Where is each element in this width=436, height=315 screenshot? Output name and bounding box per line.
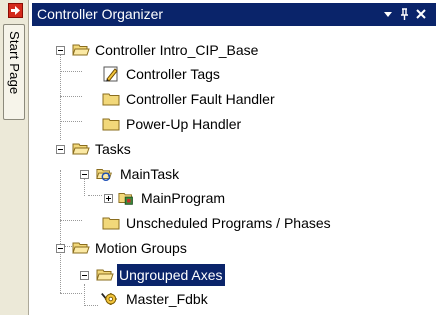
open-folder-icon [96, 269, 114, 281]
tree-label-fault-handler: Controller Fault Handler [126, 91, 275, 107]
folder-icon [102, 217, 120, 230]
open-folder-icon [72, 143, 90, 155]
start-page-tab[interactable]: Start Page [3, 24, 25, 120]
expand-toggle[interactable] [104, 194, 113, 203]
folder-icon [102, 118, 120, 131]
tree-label-power-up-handler: Power-Up Handler [126, 116, 242, 132]
open-folder-icon [72, 242, 90, 254]
controller-organizer-tree: Controller Intro_CIP_Base Controller Tag… [32, 27, 436, 315]
tree-label-controller-tags: Controller Tags [126, 66, 220, 82]
task-folder-icon [96, 169, 112, 182]
tree-label-main-program: MainProgram [141, 190, 226, 206]
dropdown-arrow-icon [384, 12, 392, 17]
tree-label-unscheduled: Unscheduled Programs / Phases [126, 215, 331, 231]
tree-node-main-task[interactable]: MainTask [32, 163, 436, 187]
tree-node-fault-handler[interactable]: Controller Fault Handler [32, 88, 436, 112]
program-folder-icon [118, 193, 133, 205]
start-page-icon[interactable] [8, 3, 23, 18]
panel-title: Controller Organizer [37, 6, 164, 22]
tree-node-ungrouped-axes[interactable]: Ungrouped Axes [32, 264, 436, 288]
tree-label-motion-groups: Motion Groups [95, 240, 187, 256]
open-folder-icon [72, 44, 90, 56]
tree-node-controller[interactable]: Controller Intro_CIP_Base [32, 39, 436, 63]
folder-icon [102, 93, 120, 106]
tree-node-tasks[interactable]: Tasks [32, 138, 436, 162]
pin-button[interactable] [396, 4, 414, 24]
tree-node-controller-tags[interactable]: Controller Tags [32, 63, 436, 87]
close-icon [416, 9, 426, 19]
tree-node-master-fdbk[interactable]: Master_Fdbk [32, 288, 436, 312]
tree-node-motion-groups[interactable]: Motion Groups [32, 237, 436, 261]
tree-node-unscheduled[interactable]: Unscheduled Programs / Phases [32, 212, 436, 236]
tree-label-master-fdbk: Master_Fdbk [126, 291, 208, 307]
close-button[interactable] [413, 4, 431, 24]
collapse-toggle[interactable] [56, 244, 65, 253]
tree-label-main-task: MainTask [120, 166, 180, 182]
tags-pencil-icon [103, 66, 118, 82]
left-dock-bar: Start Page [0, 0, 29, 315]
pushpin-icon [401, 8, 408, 20]
axis-gear-icon [101, 293, 117, 305]
panel-title-bar: Controller Organizer [32, 3, 436, 26]
collapse-toggle[interactable] [80, 170, 89, 179]
tree-node-power-up-handler[interactable]: Power-Up Handler [32, 113, 436, 137]
tree-label-ungrouped-axes: Ungrouped Axes [117, 264, 225, 286]
collapse-toggle[interactable] [56, 46, 65, 55]
collapse-toggle[interactable] [56, 145, 65, 154]
start-page-tab-label: Start Page [7, 31, 22, 95]
tree-label-tasks: Tasks [95, 141, 131, 157]
tree-node-main-program[interactable]: MainProgram [32, 187, 436, 211]
collapse-toggle[interactable] [80, 271, 89, 280]
tree-label-controller: Controller Intro_CIP_Base [95, 42, 259, 58]
